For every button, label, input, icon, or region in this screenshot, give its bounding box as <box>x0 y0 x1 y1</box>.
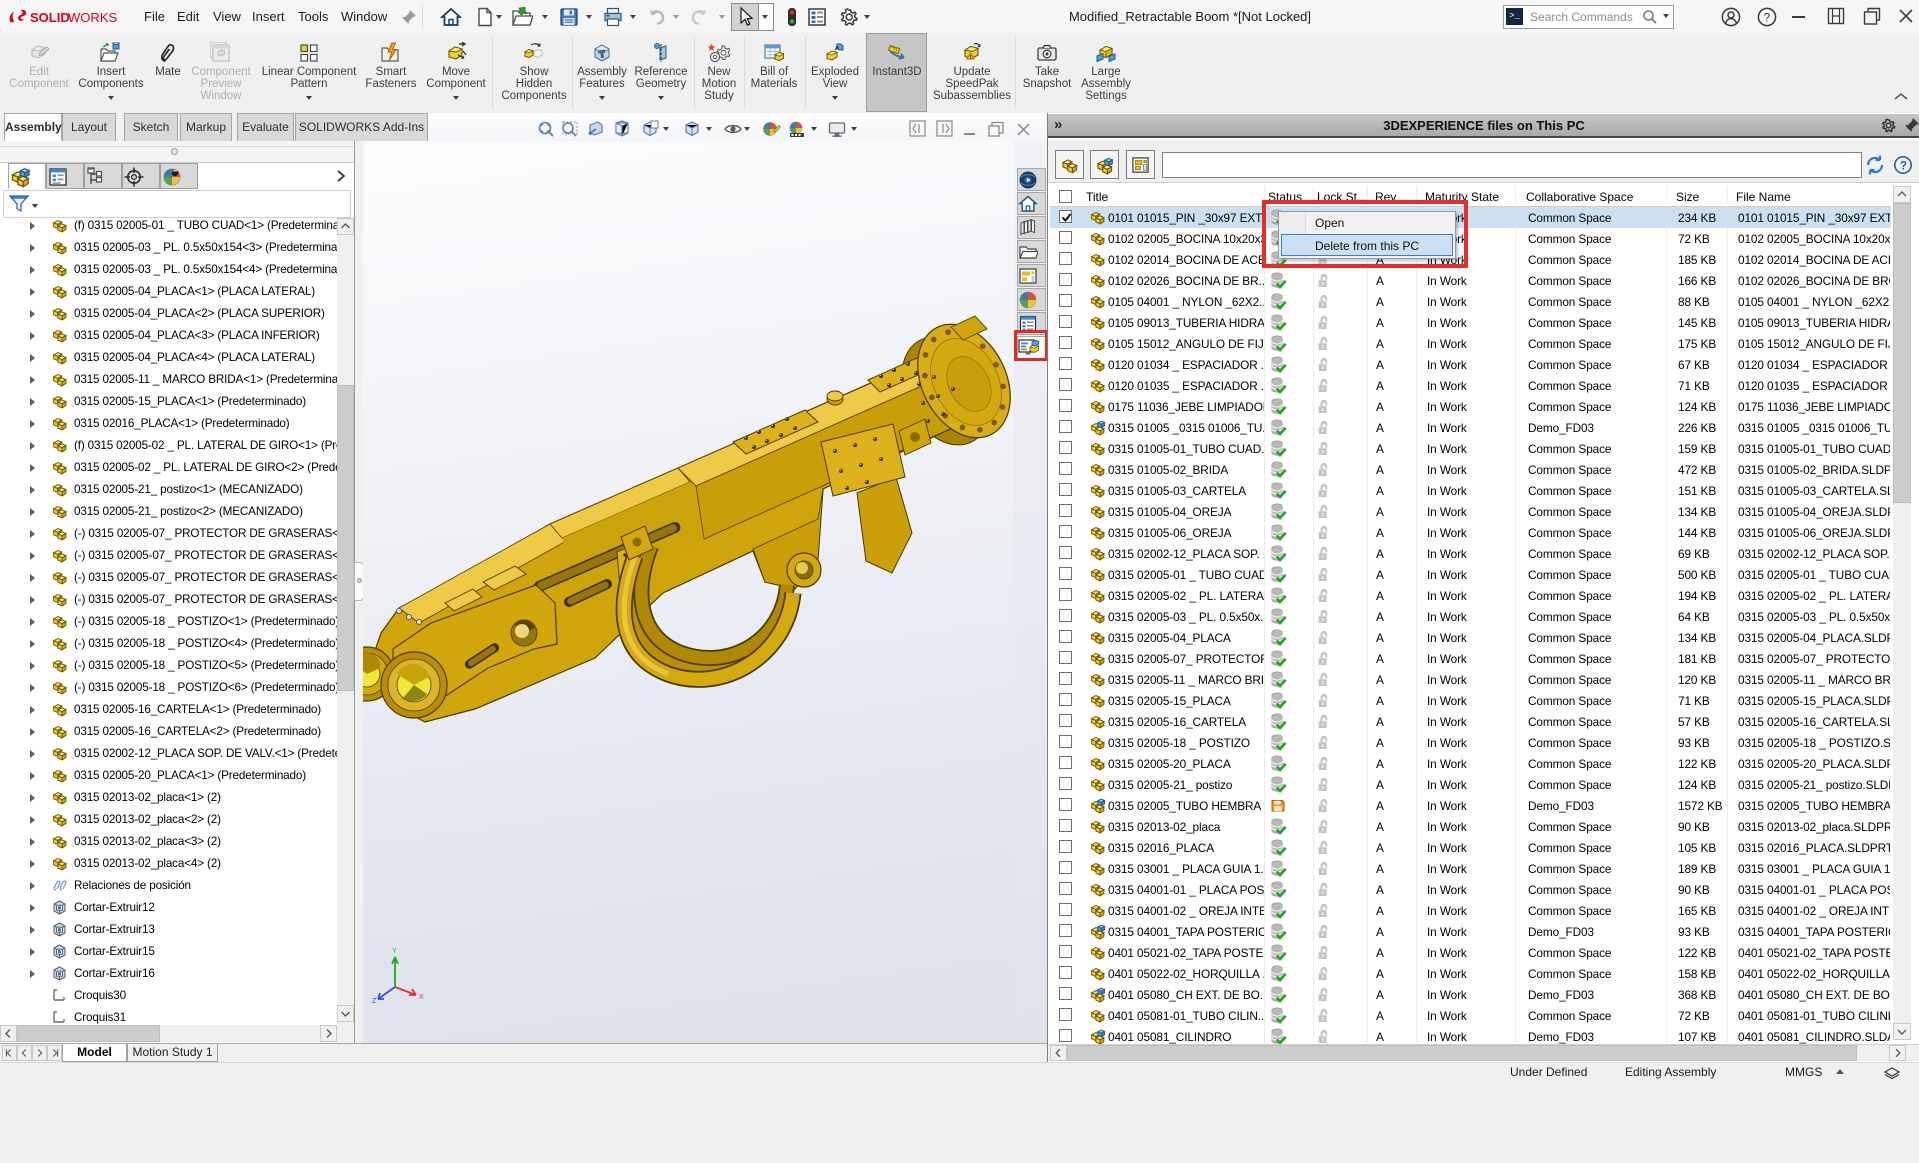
svg-text:Z: Z <box>372 998 377 1003</box>
svg-text:X: X <box>419 994 424 1001</box>
svg-text:Y: Y <box>392 948 397 955</box>
svg-text:?: ? <box>1900 159 1907 173</box>
svg-text:?: ? <box>1764 11 1771 25</box>
svg-text:SOLID: SOLID <box>30 10 70 25</box>
svg-text:WORKS: WORKS <box>68 10 117 25</box>
